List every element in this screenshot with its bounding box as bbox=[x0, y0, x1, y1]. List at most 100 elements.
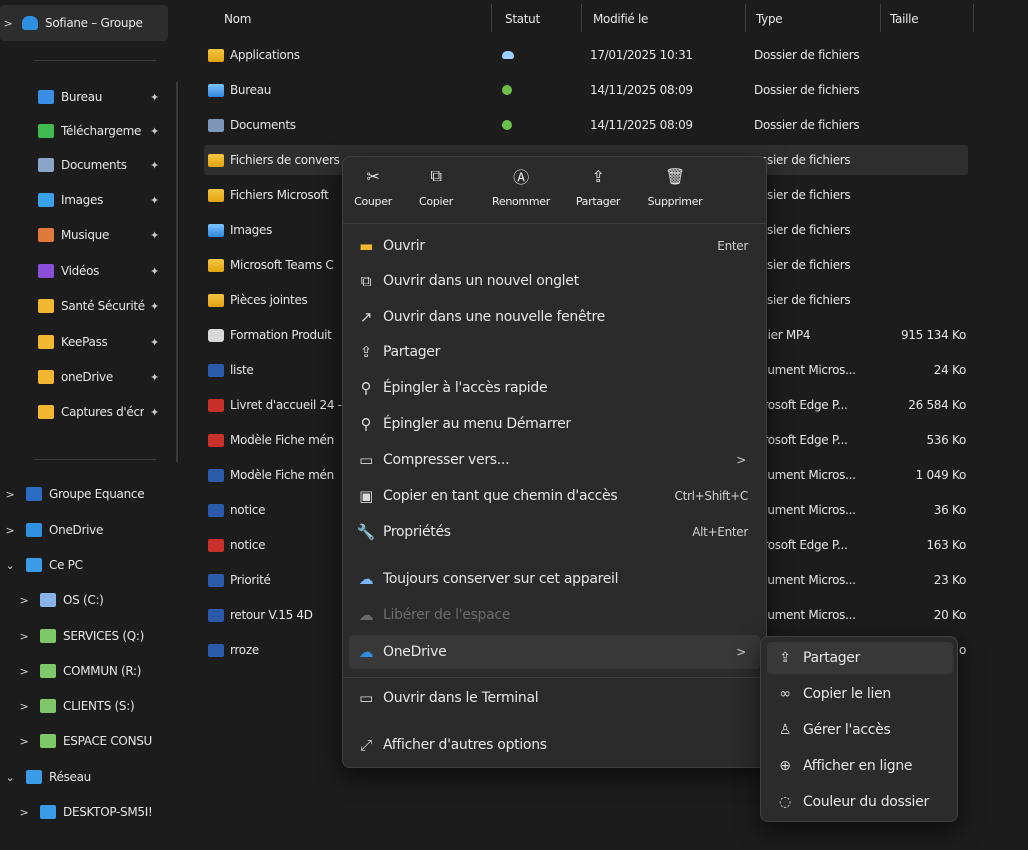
file-row[interactable]: Documents 14/11/2025 08:09 Dossier de fich… bbox=[204, 110, 968, 140]
menu-item[interactable]: ⚲ Épingler au menu Démarrer bbox=[349, 407, 760, 441]
column-divider[interactable] bbox=[973, 4, 974, 32]
sidebar-tree-item[interactable]: > CLIENTS (S:) bbox=[0, 690, 183, 722]
sidebar-tree-item[interactable]: > SERVICES (Q:) bbox=[0, 620, 183, 652]
file-type: ossier de fichiers bbox=[754, 153, 851, 167]
pin-icon: ✦ bbox=[150, 124, 159, 138]
menu-item-label: Compresser vers... bbox=[383, 452, 510, 468]
chevron-right-icon[interactable]: > bbox=[16, 665, 32, 678]
sidebar-item-label: Captures d'écr bbox=[61, 405, 145, 419]
more-options-icon: ⤢ bbox=[360, 736, 372, 754]
file-size: 23 Ko bbox=[933, 573, 966, 587]
file-type-icon bbox=[208, 468, 224, 482]
terminal-icon: ▭ bbox=[359, 689, 373, 707]
sidebar-tree-item[interactable]: ⌄ Réseau bbox=[0, 761, 183, 793]
file-name: Modèle Fiche mén bbox=[230, 468, 334, 482]
sidebar-item-onedrive-account[interactable]: > Sofiane – Groupe bbox=[0, 7, 183, 39]
file-row[interactable]: Bureau 14/11/2025 08:09 Dossier de fichier… bbox=[204, 75, 968, 105]
file-row[interactable]: Applications 17/01/2025 10:31 Dossier de f… bbox=[204, 40, 968, 70]
couper-button[interactable]: ✂ Couper bbox=[349, 163, 397, 221]
file-type-icon bbox=[208, 223, 224, 237]
chevron-right-icon[interactable]: > bbox=[16, 630, 32, 643]
menu-item[interactable]: ▣ Copier en tant que chemin d'accès Ctrl+S… bbox=[349, 479, 760, 513]
chevron-down-icon[interactable]: ⌄ bbox=[2, 771, 18, 784]
sidebar-item-quick-access[interactable]: Images ✦ bbox=[0, 184, 183, 216]
file-name: notice bbox=[230, 538, 266, 552]
column-header-type[interactable]: Type bbox=[756, 4, 783, 34]
chevron-right-icon[interactable]: > bbox=[2, 524, 18, 537]
menu-item[interactable]: ▭ Compresser vers... > bbox=[349, 443, 760, 477]
sidebar-tree-item[interactable]: > OneDrive bbox=[0, 514, 183, 546]
sidebar-tree-item[interactable]: > COMMUN (R:) bbox=[0, 655, 183, 687]
synced-check-icon bbox=[502, 85, 512, 95]
sidebar-item-quick-access[interactable]: Documents ✦ bbox=[0, 149, 183, 181]
copy-icon: ⧉ bbox=[430, 166, 442, 185]
column-header-name[interactable]: Nom bbox=[224, 4, 251, 34]
supprimer-button[interactable]: 🗑 Supprimer bbox=[635, 163, 715, 221]
menu-item[interactable]: ☁ OneDrive > bbox=[349, 635, 760, 669]
submenu-item[interactable]: ∞ Copier le lien bbox=[767, 678, 953, 710]
column-header-size[interactable]: Taille bbox=[890, 4, 919, 34]
sidebar-item-quick-access[interactable]: Bureau ✦ bbox=[0, 81, 183, 113]
palette-icon: ◌ bbox=[779, 794, 791, 810]
drive-icon bbox=[40, 593, 56, 607]
menu-item[interactable]: ↗ Ouvrir dans une nouvelle fenêtre bbox=[349, 300, 760, 334]
submenu-item[interactable]: ♙ Gérer l'accès bbox=[767, 714, 953, 746]
sidebar-item-quick-access[interactable]: Captures d'écr ✦ bbox=[0, 396, 183, 428]
file-name: Modèle Fiche mén bbox=[230, 433, 334, 447]
sidebar-tree-item[interactable]: > Groupe Equance bbox=[0, 478, 183, 510]
pin-icon: ✦ bbox=[150, 193, 159, 207]
renommer-button[interactable]: Ⓐ Renommer bbox=[479, 163, 563, 221]
menu-item[interactable]: ⧉ Ouvrir dans un nouvel onglet bbox=[349, 264, 760, 298]
menu-item[interactable]: ▭ Ouvrir dans le Terminal bbox=[349, 681, 760, 715]
column-divider[interactable] bbox=[745, 4, 746, 32]
submenu-item[interactable]: ◌ Couleur du dossier bbox=[767, 786, 953, 818]
file-type-icon bbox=[208, 398, 224, 412]
file-size: 26 584 Ko bbox=[908, 398, 966, 412]
sidebar-item-quick-access[interactable]: Musique ✦ bbox=[0, 219, 183, 251]
column-header-label: Statut bbox=[505, 12, 540, 26]
column-header-modified[interactable]: Modifié le bbox=[593, 4, 648, 34]
sidebar-item-quick-access[interactable]: Vidéos ✦ bbox=[0, 255, 183, 287]
menu-item[interactable]: ☁ Toujours conserver sur cet appareil bbox=[349, 562, 760, 596]
menu-item[interactable]: ⇪ Partager bbox=[349, 335, 760, 369]
menu-item[interactable]: ⤢ Afficher d'autres options bbox=[349, 728, 760, 762]
sidebar-tree-item[interactable]: > OS (C:) bbox=[0, 584, 183, 616]
copier-button[interactable]: ⧉ Copier bbox=[403, 163, 469, 221]
column-divider[interactable] bbox=[581, 4, 582, 32]
menu-item[interactable]: ▬ Ouvrir Enter bbox=[349, 229, 760, 263]
sidebar-item-label: Réseau bbox=[49, 770, 91, 784]
chevron-right-icon[interactable]: > bbox=[2, 488, 18, 501]
file-size bbox=[884, 40, 966, 70]
chevron-right-icon[interactable]: > bbox=[16, 700, 32, 713]
file-type: ossier de fichiers bbox=[754, 258, 851, 272]
column-header-label: Modifié le bbox=[593, 12, 649, 26]
partager-button[interactable]: ⇪ Partager bbox=[565, 163, 631, 221]
menu-item[interactable]: ⚲ Épingler à l'accès rapide bbox=[349, 371, 760, 405]
chevron-right-icon[interactable]: > bbox=[16, 735, 32, 748]
sidebar-tree-item[interactable]: > ESPACE CONSU bbox=[0, 725, 183, 757]
file-name: Priorité bbox=[230, 573, 271, 587]
sidebar-item-quick-access[interactable]: oneDrive ✦ bbox=[0, 361, 183, 393]
onedrive-icon bbox=[26, 523, 42, 537]
sidebar-tree-item[interactable]: > DESKTOP-SM5I! bbox=[0, 796, 183, 828]
keyboard-shortcut: Ctrl+Shift+C bbox=[674, 489, 748, 503]
column-divider[interactable] bbox=[491, 4, 492, 32]
file-status-cell bbox=[502, 75, 562, 105]
chevron-down-icon[interactable]: ⌄ bbox=[2, 559, 18, 572]
submenu-item[interactable]: ⊕ Afficher en ligne bbox=[767, 750, 953, 782]
submenu-item[interactable]: ⇪ Partager bbox=[767, 642, 953, 674]
chevron-right-icon[interactable]: > bbox=[16, 806, 32, 819]
file-size bbox=[884, 145, 966, 175]
sidebar-tree-item[interactable]: ⌄ Ce PC bbox=[0, 549, 183, 581]
menu-item[interactable]: 🔧 Propriétés Alt+Enter bbox=[349, 515, 760, 549]
chevron-right-icon[interactable]: > bbox=[16, 594, 32, 607]
column-divider[interactable] bbox=[880, 4, 881, 32]
sidebar-item-quick-access[interactable]: Téléchargeme ✦ bbox=[0, 115, 183, 147]
chevron-right-icon[interactable]: > bbox=[0, 17, 16, 30]
file-size: 536 Ko bbox=[926, 433, 966, 447]
pin-icon: ✦ bbox=[150, 158, 159, 172]
sidebar-item-quick-access[interactable]: Santé Sécurité ✦ bbox=[0, 290, 183, 322]
column-header-status[interactable]: Statut bbox=[505, 4, 540, 34]
submenu-item-label: Couleur du dossier bbox=[803, 794, 929, 810]
sidebar-item-quick-access[interactable]: KeePass ✦ bbox=[0, 326, 183, 358]
